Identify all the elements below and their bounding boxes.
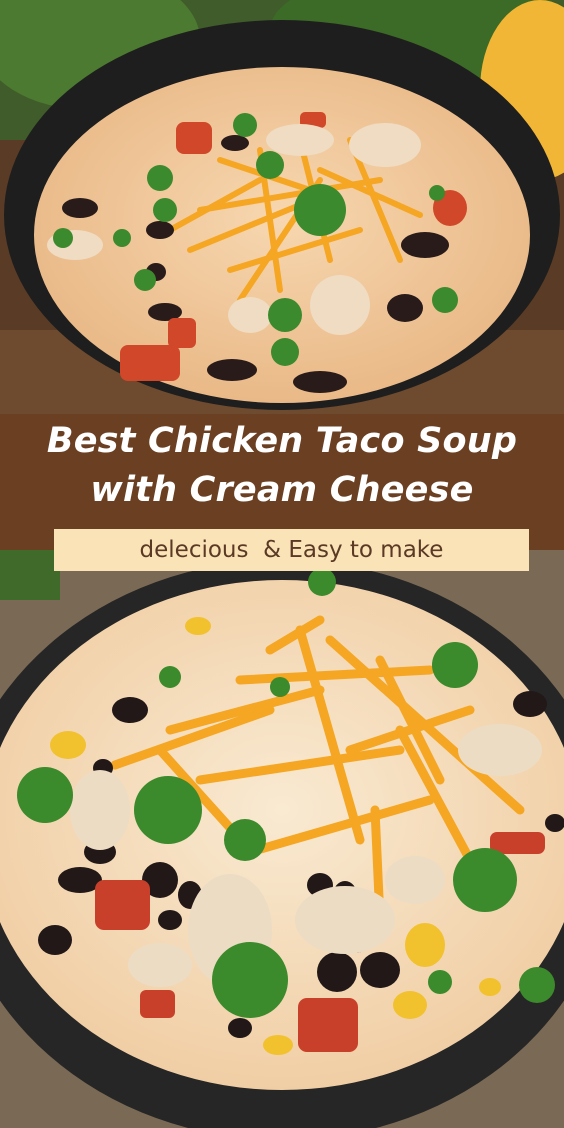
top-soup-photo — [0, 0, 564, 414]
subtitle-banner: delecious & Easy to make — [54, 529, 529, 571]
recipe-title-line-1: Best Chicken Taco Soup — [46, 421, 518, 461]
bottom-soup-photo — [0, 550, 564, 1128]
subtitle-text: delecious & Easy to make — [139, 537, 444, 563]
bottom-soup-illustration — [0, 550, 564, 1128]
recipe-title-line-2: with Cream Cheese — [90, 470, 474, 510]
top-soup-illustration — [0, 0, 564, 414]
